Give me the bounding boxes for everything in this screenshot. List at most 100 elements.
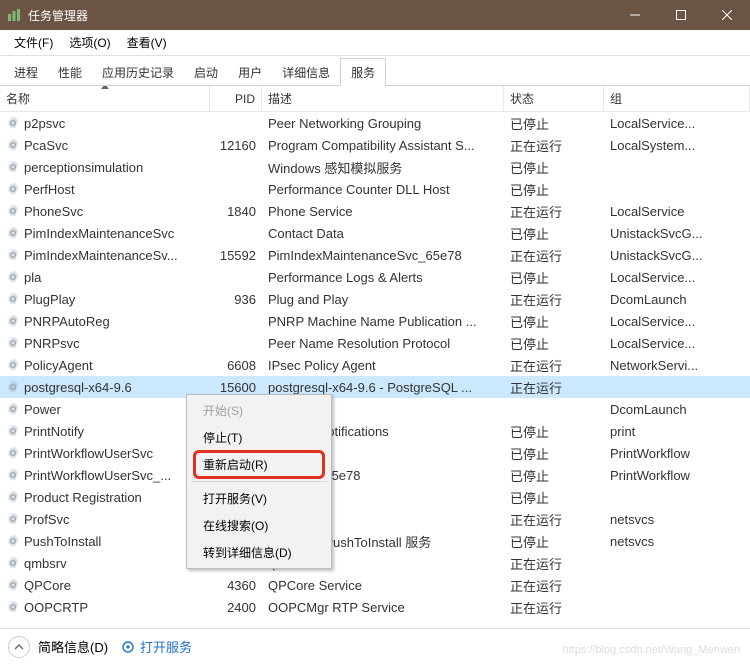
cell-desc: Peer Name Resolution Protocol xyxy=(262,336,504,351)
table-row[interactable]: PowerDcomLaunch xyxy=(0,398,750,420)
header-name[interactable]: 名称 xyxy=(0,86,210,111)
cell-pid: 4360 xyxy=(210,578,262,593)
table-row[interactable]: perceptionsimulationWindows 感知模拟服务已停止 xyxy=(0,156,750,178)
header-pid[interactable]: PID xyxy=(210,86,262,111)
table-row[interactable]: PolicyAgent6608IPsec Policy Agent正在运行Net… xyxy=(0,354,750,376)
header-group[interactable]: 组 xyxy=(604,86,750,111)
table-row[interactable]: PcaSvc12160Program Compatibility Assista… xyxy=(0,134,750,156)
tab-processes[interactable]: 进程 xyxy=(4,59,48,85)
table-row[interactable]: postgresql-x64-9.615600postgresql-x64-9.… xyxy=(0,376,750,398)
cell-status: 已停止 xyxy=(504,158,604,177)
cell-desc: postgresql-x64-9.6 - PostgreSQL ... xyxy=(262,380,504,395)
maximize-button[interactable] xyxy=(658,0,704,30)
cell-name: PNRPsvc xyxy=(0,336,210,351)
titlebar: 任务管理器 xyxy=(0,0,750,30)
cell-status: 已停止 xyxy=(504,180,604,199)
table-row[interactable]: PNRPsvcPeer Name Resolution Protocol已停止L… xyxy=(0,332,750,354)
cm-restart[interactable]: 重新启动(R) xyxy=(189,451,329,478)
menu-file[interactable]: 文件(F) xyxy=(6,30,61,55)
cell-pid: 15592 xyxy=(210,248,262,263)
window-title: 任务管理器 xyxy=(28,7,88,24)
cell-status: 正在运行 xyxy=(504,510,604,529)
cm-start: 开始(S) xyxy=(189,397,329,424)
cell-group: LocalService xyxy=(604,204,750,219)
cm-stop[interactable]: 停止(T) xyxy=(189,424,329,451)
cell-desc: Phone Service xyxy=(262,204,504,219)
cell-name: PrintNotify xyxy=(0,424,210,439)
cell-desc: PimIndexMaintenanceSvc_65e78 xyxy=(262,248,504,263)
close-button[interactable] xyxy=(704,0,750,30)
table-row[interactable]: PNRPAutoReg PNRP Machine Name Publication… xyxy=(0,310,750,332)
cell-desc: PNRP Machine Name Publication ... xyxy=(262,314,504,329)
table-row[interactable]: PrintWorkflowUserSvc已停止PrintWorkflow xyxy=(0,442,750,464)
cell-pid: 6608 xyxy=(210,358,262,373)
cell-name: PNRPAutoReg xyxy=(0,314,210,329)
fewer-details-label[interactable]: 简略信息(D) xyxy=(38,637,108,656)
menu-options[interactable]: 选项(O) xyxy=(61,30,118,55)
tab-startup[interactable]: 启动 xyxy=(184,59,228,85)
cell-name: PimIndexMaintenanceSvc xyxy=(0,226,210,241)
cell-name: PcaSvc xyxy=(0,138,210,153)
cell-name: perceptionsimulation xyxy=(0,160,210,175)
cell-group: UnistackSvcG... xyxy=(604,226,750,241)
tab-performance[interactable]: 性能 xyxy=(48,59,92,85)
cell-status: 已停止 xyxy=(504,334,604,353)
cell-group: PrintWorkflow xyxy=(604,468,750,483)
cell-desc: Performance Logs & Alerts xyxy=(262,270,504,285)
cm-go-details[interactable]: 转到详细信息(D) xyxy=(189,539,329,566)
cell-status: 已停止 xyxy=(504,312,604,331)
cell-status: 已停止 xyxy=(504,268,604,287)
table-row[interactable]: PrintNotifyons and Notifications已停止print xyxy=(0,420,750,442)
cm-separator xyxy=(191,481,327,482)
table-row[interactable]: p2psvcPeer Networking Grouping已停止LocalSe… xyxy=(0,112,750,134)
tab-services[interactable]: 服务 xyxy=(340,58,386,86)
cell-name: OOPCRTP xyxy=(0,600,210,615)
minimize-button[interactable] xyxy=(612,0,658,30)
table-row[interactable]: PushToInstallWindows PushToInstall 服务已停止… xyxy=(0,530,750,552)
table-row[interactable]: plaPerformance Logs & Alerts已停止LocalServ… xyxy=(0,266,750,288)
table-row[interactable]: OOPCRTP2400OOPCMgr RTP Service正在运行 xyxy=(0,596,750,618)
cell-status: 正在运行 xyxy=(504,136,604,155)
table-row[interactable]: PerfHostPerformance Counter DLL Host已停止 xyxy=(0,178,750,200)
cell-desc: QPCore Service xyxy=(262,578,504,593)
cell-status: 已停止 xyxy=(504,466,604,485)
fewer-details-button[interactable] xyxy=(8,636,30,658)
cell-status: 正在运行 xyxy=(504,378,604,397)
tab-users[interactable]: 用户 xyxy=(228,59,272,85)
cell-name: PlugPlay xyxy=(0,292,210,307)
cm-open-services[interactable]: 打开服务(V) xyxy=(189,485,329,512)
cell-name: postgresql-x64-9.6 xyxy=(0,380,210,395)
cell-status: 已停止 xyxy=(504,114,604,133)
table-row[interactable]: PimIndexMaintenanceSvcContact Data已停止Uni… xyxy=(0,222,750,244)
cell-group: LocalSystem... xyxy=(604,138,750,153)
cell-status: 已停止 xyxy=(504,422,604,441)
menubar: 文件(F) 选项(O) 查看(V) xyxy=(0,30,750,56)
cell-status: 正在运行 xyxy=(504,356,604,375)
cell-name: PimIndexMaintenanceSv... xyxy=(0,248,210,263)
services-list[interactable]: p2psvcPeer Networking Grouping已停止LocalSe… xyxy=(0,112,750,618)
cell-group: UnistackSvcG... xyxy=(604,248,750,263)
header-desc[interactable]: 描述 xyxy=(262,86,504,111)
table-row[interactable]: PlugPlay936Plug and Play正在运行DcomLaunch xyxy=(0,288,750,310)
column-header-row: 名称 PID 描述 状态 组 xyxy=(0,86,750,112)
table-row[interactable]: QPCore4360QPCore Service正在运行 xyxy=(0,574,750,596)
header-status[interactable]: 状态 xyxy=(504,86,604,111)
table-row[interactable]: PrintWorkflowUserSvc_...UserSvc_65e78已停止… xyxy=(0,464,750,486)
cell-name: p2psvc xyxy=(0,116,210,131)
open-services-link[interactable]: 打开服务 xyxy=(120,637,192,656)
table-row[interactable]: Product Registrationration已停止 xyxy=(0,486,750,508)
cm-search-online[interactable]: 在线搜索(O) xyxy=(189,512,329,539)
cell-group: DcomLaunch xyxy=(604,402,750,417)
cell-group: PrintWorkflow xyxy=(604,446,750,461)
table-row[interactable]: qmbsrv2448qmbsrv正在运行 xyxy=(0,552,750,574)
cell-name: PhoneSvc xyxy=(0,204,210,219)
tab-app-history[interactable]: 应用历史记录 xyxy=(92,59,184,85)
table-row[interactable]: ProfSvcrvice正在运行netsvcs xyxy=(0,508,750,530)
cell-name: PolicyAgent xyxy=(0,358,210,373)
table-row[interactable]: PimIndexMaintenanceSv...15592PimIndexMai… xyxy=(0,244,750,266)
cell-pid: 1840 xyxy=(210,204,262,219)
table-row[interactable]: PhoneSvc1840Phone Service正在运行LocalServic… xyxy=(0,200,750,222)
cell-group: LocalService... xyxy=(604,314,750,329)
tab-details[interactable]: 详细信息 xyxy=(272,59,340,85)
menu-view[interactable]: 查看(V) xyxy=(119,30,175,55)
